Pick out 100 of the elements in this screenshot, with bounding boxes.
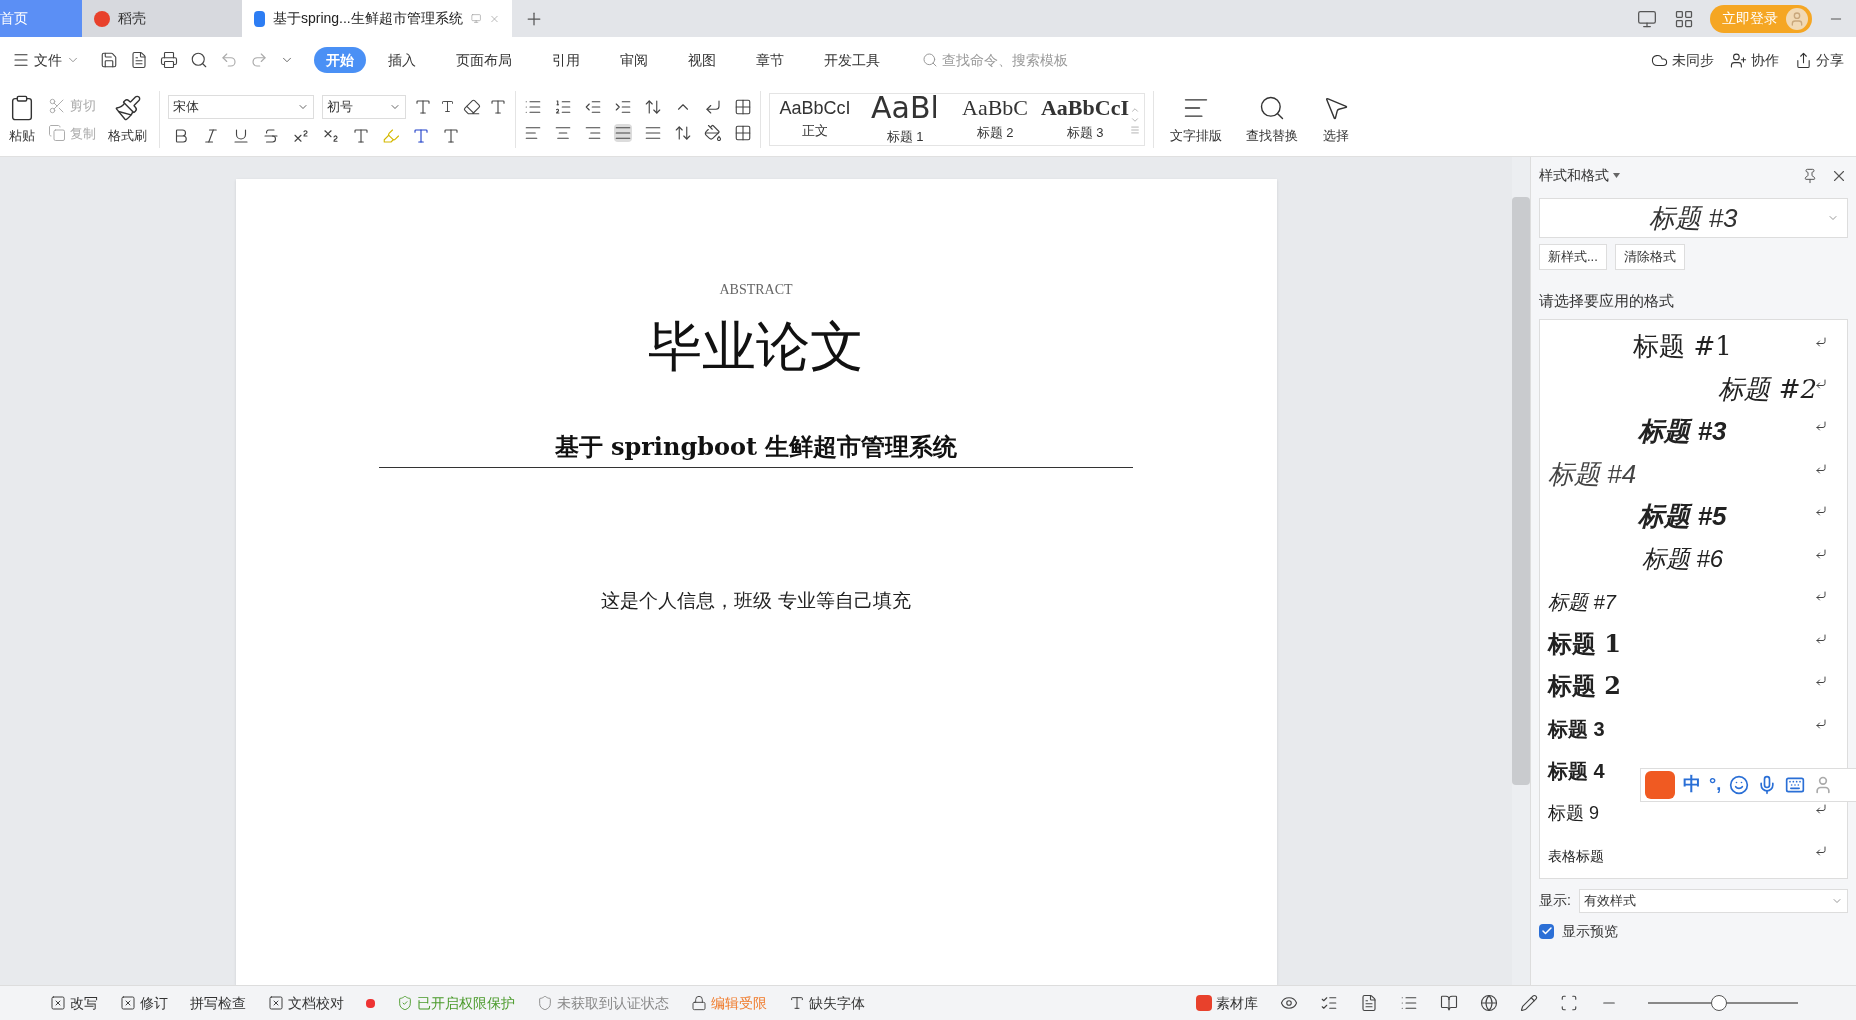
print-icon[interactable] [160, 51, 178, 69]
style-list-item[interactable]: 标题 #3 [1638, 412, 1727, 452]
clear-format-icon[interactable] [463, 97, 481, 116]
ime-mode[interactable]: 中 [1683, 771, 1701, 798]
return-icon [1815, 845, 1827, 858]
export-icon[interactable] [130, 51, 148, 69]
paste-button[interactable]: 粘贴 [4, 83, 40, 156]
style-list-item[interactable]: 标题 4 [1548, 756, 1605, 787]
style-list-item[interactable]: 表格标题 [1548, 845, 1604, 867]
layout-icon[interactable] [1636, 8, 1658, 29]
font-size-dropdown[interactable]: 初号 [322, 94, 406, 119]
ribbon-large-button[interactable]: 选择 [1314, 83, 1358, 156]
panel-button[interactable]: 清除格式 [1614, 244, 1685, 270]
assets-button[interactable]: 素材库 [1196, 992, 1258, 1014]
caret-icon[interactable] [1613, 173, 1620, 178]
style-list-item[interactable]: 标题 #1 [1633, 327, 1732, 367]
style-preset[interactable]: AaBl 标题 1 [860, 94, 950, 145]
brush-icon [113, 93, 142, 122]
outline-icon[interactable] [1320, 994, 1338, 1012]
fit-icon[interactable] [1560, 994, 1578, 1012]
ribbon-large-button[interactable]: 查找替换 [1238, 83, 1306, 156]
borders-icon[interactable] [734, 123, 752, 142]
underline-icon[interactable] [232, 126, 250, 145]
document-tab[interactable]: 稻壳 [82, 0, 242, 37]
status-item[interactable]: 文档校对 [268, 992, 344, 1014]
eye-icon[interactable] [1280, 994, 1298, 1012]
header-action-button[interactable]: 协作 [1726, 49, 1783, 71]
show-dropdown[interactable]: 有效样式 [1578, 888, 1848, 913]
style-list-item[interactable]: 标题 #7 [1548, 586, 1616, 617]
page-view-icon[interactable] [1360, 994, 1378, 1012]
numbering-icon[interactable] [554, 97, 572, 116]
lock-icon [691, 995, 707, 1011]
header-action-button[interactable]: 分享 [1791, 49, 1848, 71]
font-icon [789, 995, 805, 1011]
current-style-field[interactable]: 标题 #3 [1539, 198, 1848, 238]
pen-icon[interactable] [1520, 994, 1538, 1012]
return-icon [1815, 802, 1827, 815]
zoom-thumb[interactable] [1710, 995, 1727, 1011]
list-view-icon[interactable] [1400, 994, 1418, 1012]
strikethrough-icon[interactable] [262, 126, 280, 145]
font-dropdown[interactable]: 宋体 [168, 94, 314, 119]
status-item[interactable]: 修订 [120, 992, 168, 1014]
return-icon [1815, 420, 1827, 433]
emoji-icon[interactable] [1729, 774, 1750, 795]
ime-mode[interactable]: °, [1709, 771, 1722, 798]
scrollbar[interactable] [1512, 157, 1530, 985]
panel-button[interactable]: 新样式... [1539, 244, 1607, 270]
ribbon-tab[interactable]: 开发工具 [812, 47, 892, 73]
ribbon-large-button[interactable]: 文字排版 [1162, 83, 1230, 156]
ribbon-tab[interactable]: 插入 [376, 47, 428, 73]
sort-icon[interactable] [644, 97, 662, 116]
share-icon [1795, 51, 1812, 69]
web-icon[interactable] [1480, 994, 1498, 1012]
font-color-icon[interactable] [412, 126, 430, 145]
shading-icon[interactable] [704, 123, 722, 142]
style-preset[interactable]: AaBbCcI 正文 [770, 94, 860, 145]
panel-title[interactable]: 样式和格式 [1539, 165, 1609, 186]
status-item[interactable]: 缺失字体 [789, 992, 865, 1014]
ribbon-tab[interactable]: 视图 [676, 47, 728, 73]
style-list-item[interactable]: 标题 9 [1548, 800, 1599, 828]
style-list-item[interactable]: 标题 3 [1548, 713, 1605, 744]
x-box-icon [120, 995, 136, 1011]
search-icon [922, 52, 938, 68]
avatar-icon [1786, 7, 1808, 30]
save-icon[interactable] [100, 51, 118, 69]
style-list-item[interactable]: 标题 #2 [1718, 369, 1817, 409]
status-item[interactable]: 改写 [50, 992, 98, 1014]
info-paragraph[interactable]: 这是个人信息，班级 专业等自己填充 [600, 586, 911, 615]
preview-checkbox[interactable] [1539, 923, 1554, 939]
header-action-button[interactable]: 未同步 [1647, 49, 1718, 71]
style-list-item[interactable]: 标题 #5 [1638, 497, 1727, 537]
style-list-item[interactable]: 标题 2 [1548, 668, 1622, 705]
italic-icon[interactable] [202, 126, 220, 145]
ribbon-tab[interactable]: 章节 [744, 47, 796, 73]
copy-icon [48, 124, 66, 143]
style-list-item[interactable]: 标题 1 [1548, 626, 1622, 662]
ribbon-tab[interactable]: 页面布局 [444, 47, 524, 73]
command-search-field[interactable]: 查找命令、搜索模板 [922, 49, 1122, 71]
reading-icon[interactable] [1440, 994, 1458, 1012]
style-preset[interactable]: AaBbCcI 标题 3 [1040, 94, 1130, 145]
record-icon[interactable] [366, 998, 375, 1008]
ribbon-tab[interactable]: 引用 [540, 47, 592, 73]
style-list-item[interactable]: 标题 #4 [1548, 454, 1637, 494]
x-box-icon [268, 995, 284, 1011]
pin-icon[interactable] [1802, 167, 1818, 184]
ime-toolbar[interactable]: 中 °, [1640, 767, 1856, 802]
apps-icon[interactable] [1674, 8, 1694, 29]
document-subtitle[interactable]: 基于 springboot 生鲜超市管理系统 [554, 429, 958, 465]
status-item[interactable]: 拼写检查 [190, 992, 246, 1014]
shield-check-icon [397, 995, 413, 1011]
ribbon-tab[interactable]: 审阅 [608, 47, 660, 73]
preview-icon[interactable] [190, 51, 208, 69]
format-painter-button[interactable]: 格式刷 [104, 83, 151, 156]
style-list-item[interactable]: 标题 #6 [1641, 541, 1724, 578]
page-header: ABSTRACT [719, 281, 793, 299]
shield-icon [537, 995, 553, 1011]
line-spacing-icon[interactable] [674, 123, 692, 142]
style-preset[interactable]: AaBbC 标题 2 [950, 94, 1040, 145]
file-menu[interactable]: 文件 [8, 49, 84, 71]
document-title[interactable]: 毕业论文 [648, 306, 864, 387]
